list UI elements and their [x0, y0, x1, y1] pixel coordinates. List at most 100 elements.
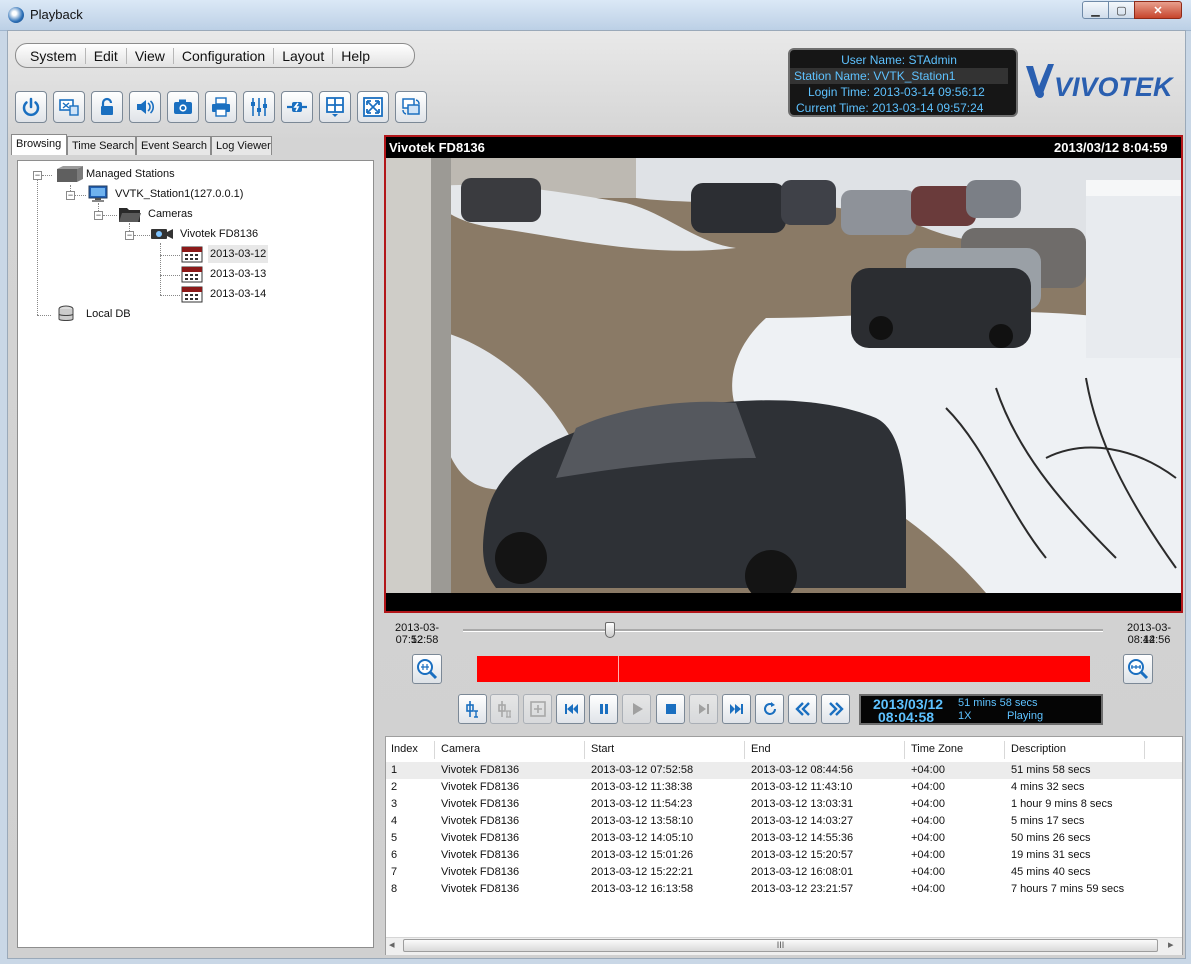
tree-item-cameras[interactable]: Cameras — [118, 205, 195, 223]
tab-time-search[interactable]: Time Search — [67, 136, 136, 155]
tree-item-managed-stations[interactable]: Managed Stations — [54, 165, 177, 183]
lock-button[interactable] — [91, 91, 123, 123]
cell-end: 2013-03-12 14:55:36 — [751, 832, 854, 844]
cell-camera: Vivotek FD8136 — [441, 849, 520, 861]
cell-end: 2013-03-12 14:03:27 — [751, 815, 854, 827]
cell-time-zone: +04:00 — [911, 798, 945, 810]
cell-start: 2013-03-12 14:05:10 — [591, 832, 694, 844]
playback-slider-thumb[interactable] — [605, 622, 615, 638]
cell-time-zone: +04:00 — [911, 866, 945, 878]
minimize-button[interactable]: ▁ — [1082, 1, 1109, 19]
scrollbar-thumb[interactable]: III — [403, 939, 1158, 952]
expander-managed-stations[interactable]: − — [33, 171, 42, 180]
status-state: Playing — [1007, 710, 1044, 722]
calendar-icon — [181, 246, 203, 263]
video-timestamp: 2013/03/12 8:04:59 — [1054, 140, 1168, 155]
column-header-camera[interactable]: Camera — [441, 743, 480, 755]
column-header-start[interactable]: Start — [591, 743, 614, 755]
tree-item-date-2[interactable]: 2013-03-13 — [180, 265, 268, 283]
playback-slider-track[interactable] — [463, 629, 1103, 632]
cell-end: 2013-03-12 11:43:10 — [751, 781, 853, 793]
recording-timeline[interactable] — [477, 656, 1090, 682]
connect-button[interactable] — [281, 91, 313, 123]
next-frame-button[interactable] — [689, 694, 718, 724]
fullscreen-icon — [363, 97, 383, 117]
pause-button[interactable] — [589, 694, 618, 724]
scroll-right-arrow[interactable]: ▸ — [1168, 938, 1174, 951]
sync-button[interactable] — [395, 91, 427, 123]
power-button[interactable] — [15, 91, 47, 123]
mark-in-button[interactable] — [458, 694, 487, 724]
stop-button[interactable] — [656, 694, 685, 724]
cell-index: 4 — [391, 815, 398, 827]
tree-item-date-3[interactable]: 2013-03-14 — [180, 285, 268, 303]
column-header-index[interactable]: Index — [391, 743, 418, 755]
cell-time-zone: +04:00 — [911, 815, 945, 827]
menu-layout[interactable]: Layout — [274, 47, 334, 64]
menu-view[interactable]: View — [127, 47, 174, 64]
layout-button[interactable] — [319, 91, 351, 123]
expander-cameras[interactable]: − — [94, 211, 103, 220]
close-button[interactable]: ✕ — [1134, 1, 1182, 19]
cell-end: 2013-03-12 23:21:57 — [751, 883, 854, 895]
video-feed[interactable] — [386, 158, 1181, 593]
folder-icon — [119, 208, 141, 222]
cell-index: 8 — [391, 883, 398, 895]
expander-station[interactable]: − — [66, 191, 75, 200]
menu-system[interactable]: System — [22, 47, 86, 64]
cell-end: 2013-03-12 13:03:31 — [751, 798, 854, 810]
station-button[interactable] — [53, 91, 85, 123]
slower-button[interactable] — [788, 694, 817, 724]
tab-event-search[interactable]: Event Search — [136, 136, 211, 155]
column-header-description[interactable]: Description — [1011, 743, 1066, 755]
cell-camera: Vivotek FD8136 — [441, 883, 520, 895]
menu-help[interactable]: Help — [333, 48, 378, 64]
cell-start: 2013-03-12 15:01:26 — [591, 849, 694, 861]
server-icon — [57, 166, 83, 182]
station-icon — [59, 99, 79, 116]
monitor-icon — [88, 185, 108, 202]
tab-log-viewer[interactable]: Log Viewer — [211, 136, 272, 155]
column-header-time-zone[interactable]: Time Zone — [911, 743, 963, 755]
fullscreen-button[interactable] — [357, 91, 389, 123]
tree-item-date-1[interactable]: 2013-03-12 — [180, 245, 269, 263]
tree-label-managed-stations: Managed Stations — [86, 168, 175, 180]
cell-index: 5 — [391, 832, 398, 844]
play-button[interactable] — [622, 694, 651, 724]
zoom-in-timeline-button[interactable] — [412, 654, 442, 684]
go-to-end-button[interactable] — [722, 694, 751, 724]
filter-button[interactable] — [243, 91, 275, 123]
tree-item-local-db[interactable]: Local DB — [56, 305, 133, 323]
repeat-button[interactable] — [755, 694, 784, 724]
go-to-start-button[interactable] — [556, 694, 585, 724]
cell-index: 2 — [391, 781, 398, 793]
tree-item-station[interactable]: VVTK_Station1(127.0.0.1) — [87, 185, 245, 203]
snapshot-button[interactable] — [167, 91, 199, 123]
mark-out-button[interactable] — [490, 694, 519, 724]
filter-icon — [251, 98, 267, 116]
cell-camera: Vivotek FD8136 — [441, 798, 520, 810]
volume-button[interactable] — [129, 91, 161, 123]
cell-start: 2013-03-12 11:38:38 — [591, 781, 693, 793]
zoom-out-timeline-button[interactable] — [1123, 654, 1153, 684]
maximize-button[interactable]: ▢ — [1108, 1, 1135, 19]
menu-configuration[interactable]: Configuration — [174, 47, 275, 64]
export-icon — [529, 701, 546, 717]
tree-item-camera[interactable]: Vivotek FD8136 — [150, 225, 260, 243]
faster-button[interactable] — [821, 694, 850, 724]
column-header-end[interactable]: End — [751, 743, 771, 755]
scroll-left-arrow[interactable]: ◂ — [389, 938, 395, 951]
current-time: Current Time: 2013-03-14 09:57:24 — [796, 101, 984, 115]
tab-browsing[interactable]: Browsing — [11, 134, 67, 155]
menu-edit[interactable]: Edit — [86, 47, 127, 64]
cell-description: 5 mins 17 secs — [1011, 815, 1085, 827]
print-button[interactable] — [205, 91, 237, 123]
video-camera-name: Vivotek FD8136 — [389, 140, 485, 155]
layout-icon — [326, 97, 344, 117]
export-clip-button[interactable] — [523, 694, 552, 724]
sync-icon — [402, 98, 420, 115]
zoom-in-icon — [417, 659, 438, 680]
cell-description: 1 hour 9 mins 8 secs — [1011, 798, 1113, 810]
tree-label-local-db: Local DB — [86, 308, 131, 320]
expander-camera[interactable]: − — [125, 231, 134, 240]
